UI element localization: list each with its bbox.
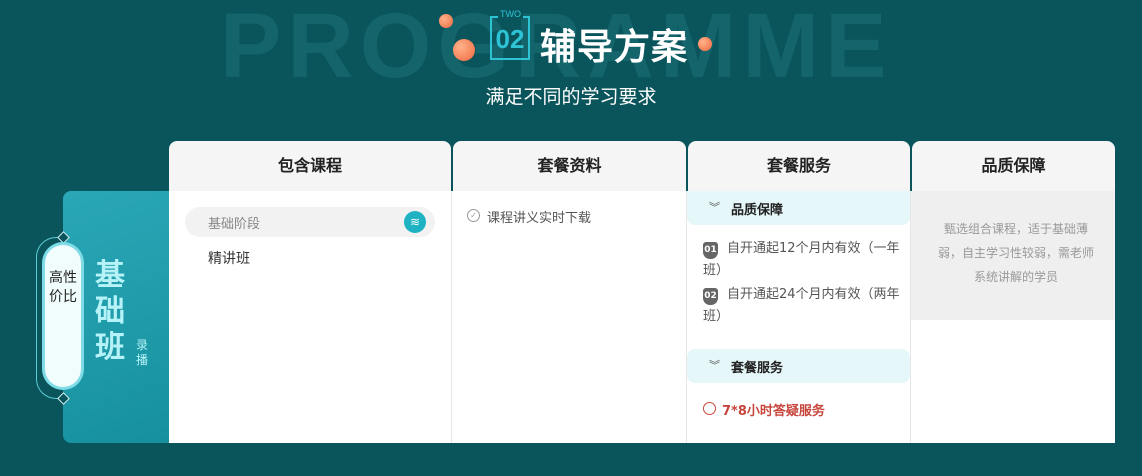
course-stage-label: 基础阶段 (208, 217, 261, 232)
check-circle-icon: ✓ (467, 209, 480, 222)
service-item: 自开通起12个月内有效（一年班） (703, 241, 900, 278)
column-header-quality: 品质保障 (912, 141, 1115, 191)
layers-icon: ≋ (404, 211, 426, 233)
service-group-header[interactable]: ︾ 套餐服务 (687, 349, 910, 383)
service-highlight-item: 7*8小时答疑服务 (722, 404, 825, 419)
service-group-title: 品质保障 (731, 203, 784, 218)
service-group-title: 套餐服务 (731, 361, 784, 376)
decorative-dot (698, 37, 712, 51)
section-number-badge: TWO 02 (490, 9, 530, 60)
plan-tag-pill: 高性价比 (45, 245, 81, 387)
column-header-courses: 包含课程 (169, 141, 451, 191)
chevron-down-icon: ︾ (709, 201, 720, 214)
plan-tag-text: 高性价比 (49, 270, 77, 305)
plan-mode: 录播 (135, 338, 148, 367)
course-item[interactable]: 精讲班 (208, 248, 250, 268)
decorative-dot (439, 14, 453, 28)
materials-column (452, 191, 686, 443)
column-divider (451, 191, 452, 443)
quality-description-box: 甄选组合课程，适于基础薄弱，自主学习性较弱，需老师系统讲解的学员 (911, 191, 1115, 320)
section-subtitle: 满足不同的学习要求 (485, 86, 657, 108)
column-header-services: 套餐服务 (688, 141, 910, 191)
service-group-header[interactable]: ︾ 品质保障 (687, 191, 910, 225)
support-icon (703, 402, 716, 415)
section-title: 辅导方案 (540, 27, 689, 68)
badge-small-label: TWO (498, 9, 523, 19)
service-item: 自开通起24个月内有效（两年班） (703, 287, 900, 324)
badge-number: 02 (495, 24, 525, 54)
column-header-materials: 套餐资料 (453, 141, 686, 191)
plan-name: 基础班 (95, 258, 125, 365)
chevron-down-icon: ︾ (709, 359, 720, 372)
decorative-dot (453, 39, 475, 61)
quality-description: 甄选组合课程，适于基础薄弱，自主学习性较弱，需老师系统讲解的学员 (937, 222, 1094, 284)
material-item: 课程讲义实时下载 (487, 211, 592, 226)
course-stage-row[interactable]: 基础阶段 ≋ (185, 207, 435, 237)
column-divider (686, 191, 687, 443)
